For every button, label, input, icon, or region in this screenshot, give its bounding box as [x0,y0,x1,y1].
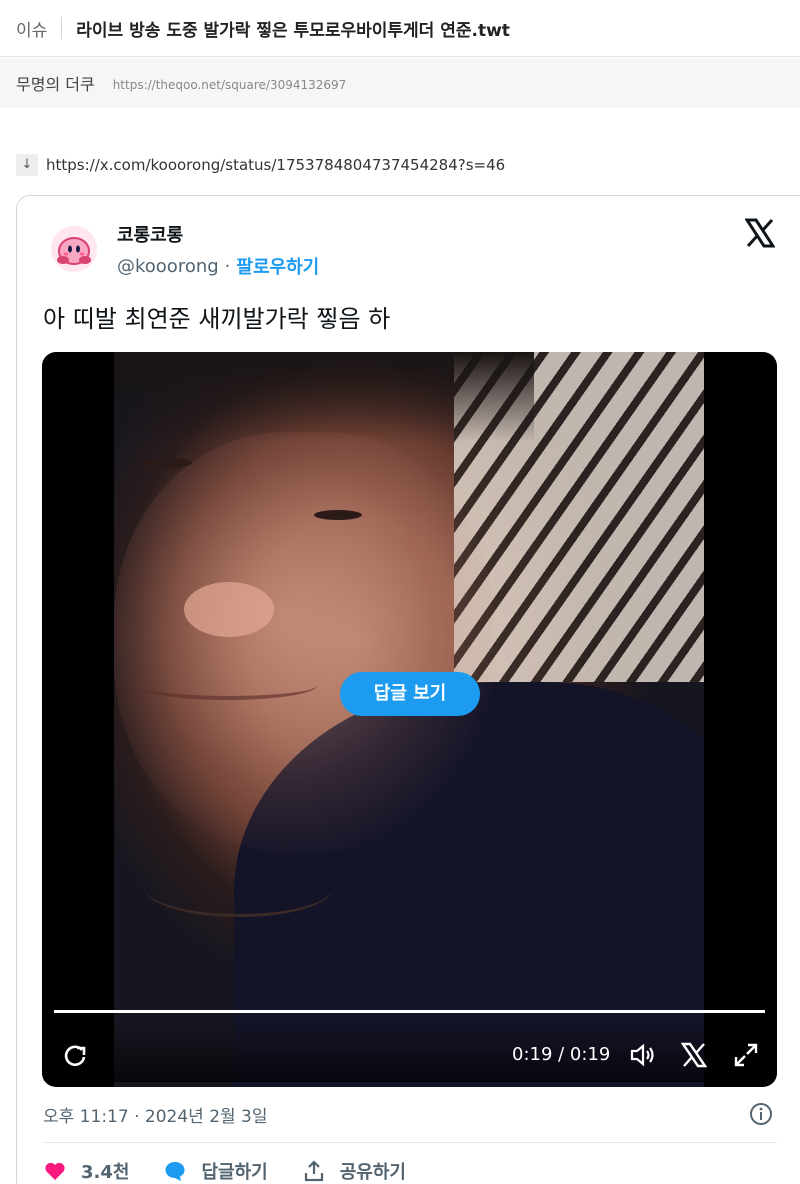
post-category[interactable]: 이슈 [16,16,47,41]
face-highlight [114,432,494,852]
tweet-handle-row: @kooorong · 팔로우하기 [117,253,319,279]
speech-bubble-icon [165,1162,185,1181]
follow-link[interactable]: 팔로우하기 [236,253,319,279]
video-time: 0:19 / 0:19 [512,1044,611,1065]
heart-icon [45,1162,65,1180]
left-eye [142,458,192,468]
tweet-handle[interactable]: @kooorong [117,256,219,277]
reply-button[interactable]: 답글하기 [163,1158,268,1184]
avatar[interactable] [51,226,97,272]
post-meta-bar: 무명의 더쿠 https://theqoo.net/square/3094132… [0,58,800,108]
fullscreen-icon[interactable] [733,1042,759,1068]
source-link-url[interactable]: https://x.com/kooorong/status/1753784804… [46,156,505,174]
tweet-embed-card: 코롱코롱 @kooorong · 팔로우하기 아 띠발 최연준 새끼발가락 찧음… [16,195,800,1184]
action-divider [43,1142,777,1143]
tweet-action-bar: 3.4천 답글하기 공유하기 [43,1158,440,1184]
video-progress-bar[interactable] [54,1010,765,1013]
dot-separator: · [224,255,231,277]
video-frame [114,352,704,1087]
post-url[interactable]: https://theqoo.net/square/3094132697 [113,78,347,92]
source-link[interactable]: ↓ https://x.com/kooorong/status/17537848… [16,153,505,177]
like-count: 3.4천 [81,1162,130,1183]
x-logo-video-icon[interactable] [681,1042,707,1068]
hair-shadow [114,352,534,442]
volume-icon[interactable] [629,1042,655,1068]
necklace [144,857,334,917]
post-title: 라이브 방송 도중 발가락 찧은 투모로우바이투게더 연준.twt [76,20,510,41]
nose [184,582,274,637]
info-icon[interactable] [749,1102,773,1126]
x-logo-icon[interactable] [745,218,775,248]
share-icon [304,1160,323,1182]
like-button[interactable]: 3.4천 [43,1158,129,1184]
share-button[interactable]: 공유하기 [302,1158,406,1184]
share-label: 공유하기 [339,1162,406,1183]
mouth [138,670,318,700]
kirby-avatar-icon [51,226,97,272]
video-controls: 0:19 / 0:19 [42,1022,777,1082]
video-player[interactable]: 답글 보기 0:19 / 0:19 [42,352,777,1087]
right-eye [314,510,362,520]
down-arrow-icon: ↓ [16,154,38,176]
post-author: 무명의 더쿠 [16,75,95,94]
view-replies-button[interactable]: 답글 보기 [340,672,480,716]
header-divider [61,17,63,39]
tweet-timestamp[interactable]: 오후 11:17 · 2024년 2월 3일 [43,1102,268,1127]
post-header: 이슈 라이브 방송 도중 발가락 찧은 투모로우바이투게더 연준.twt [0,0,800,57]
reply-label: 답글하기 [201,1162,268,1183]
tweet-display-name[interactable]: 코롱코롱 [117,221,183,247]
tweet-text: 아 띠발 최연준 새끼발가락 찧음 하 [43,305,391,333]
replay-icon[interactable] [62,1042,88,1068]
